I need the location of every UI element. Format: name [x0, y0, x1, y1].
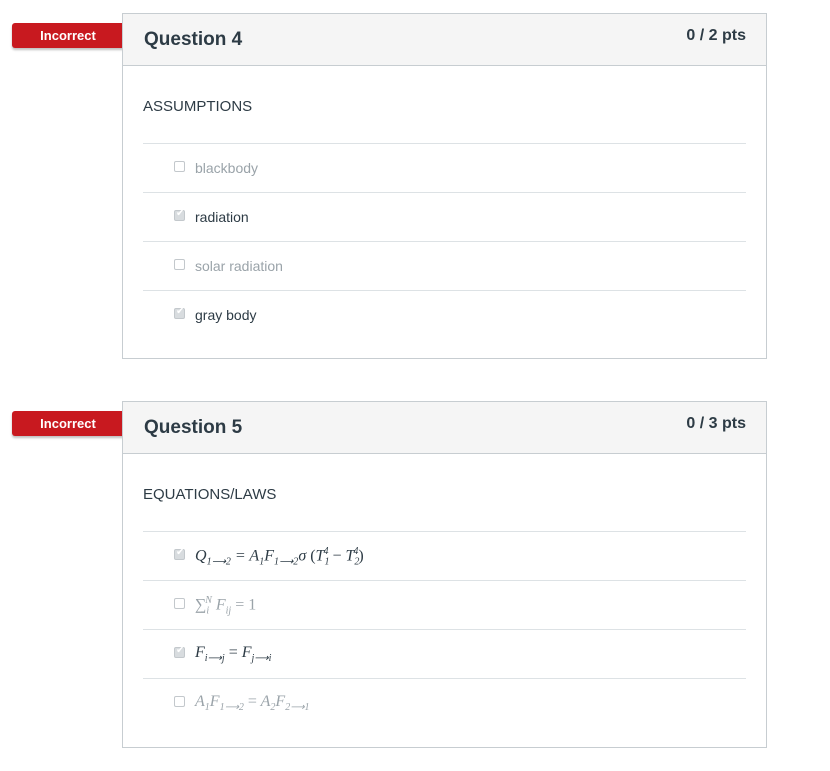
checkbox[interactable]	[174, 161, 185, 172]
answer-option[interactable]: solar radiation	[143, 242, 746, 291]
answer-option[interactable]: ∑iN Fij = 1	[143, 581, 746, 630]
checkbox-checked[interactable]	[174, 208, 185, 221]
answer-option[interactable]: blackbody	[143, 144, 746, 193]
question-title: Question 4	[144, 29, 243, 50]
answer-option[interactable]: gray body	[143, 291, 746, 340]
answer-label: gray body	[195, 307, 257, 323]
checkbox[interactable]	[174, 598, 185, 609]
question-title: Question 5	[144, 417, 243, 438]
checkbox-checked[interactable]	[174, 547, 185, 560]
incorrect-flag: Incorrect	[12, 23, 136, 48]
answer-equation: ∑iN Fij = 1	[195, 595, 257, 617]
question-text: EQUATIONS/LAWS	[143, 454, 746, 532]
checkbox[interactable]	[174, 696, 185, 707]
incorrect-flag: Incorrect	[12, 411, 136, 436]
question-points: 0 / 2 pts	[686, 27, 746, 44]
checkbox[interactable]	[174, 259, 185, 270]
question-points: 0 / 3 pts	[686, 415, 746, 432]
question-5: Question 5 0 / 3 pts EQUATIONS/LAWS Q1⟶2…	[122, 401, 767, 748]
answer-equation: Q1⟶2 = A1F1⟶2σ (T14 − T24)	[195, 546, 364, 568]
answer-label: solar radiation	[195, 258, 283, 274]
answer-option[interactable]: radiation	[143, 193, 746, 242]
question-header: Question 5 0 / 3 pts	[123, 402, 766, 454]
checkbox-checked[interactable]	[174, 306, 185, 319]
answer-label: radiation	[195, 209, 249, 225]
question-4: Question 4 0 / 2 pts ASSUMPTIONS blackbo…	[122, 13, 767, 359]
answer-label: blackbody	[195, 160, 259, 176]
incorrect-label: Incorrect	[40, 416, 96, 431]
checkbox-checked[interactable]	[174, 645, 185, 658]
answer-option[interactable]: A1F1⟶2 = A2F2⟶1	[143, 679, 746, 728]
question-header: Question 4 0 / 2 pts	[123, 14, 766, 66]
answer-option[interactable]: Q1⟶2 = A1F1⟶2σ (T14 − T24)	[143, 532, 746, 581]
question-text: ASSUMPTIONS	[143, 66, 746, 144]
answer-option[interactable]: Fi⟶j = Fj⟶i	[143, 630, 746, 679]
answer-equation: A1F1⟶2 = A2F2⟶1	[195, 693, 310, 714]
answer-equation: Fi⟶j = Fj⟶i	[195, 644, 272, 665]
incorrect-label: Incorrect	[40, 28, 96, 43]
